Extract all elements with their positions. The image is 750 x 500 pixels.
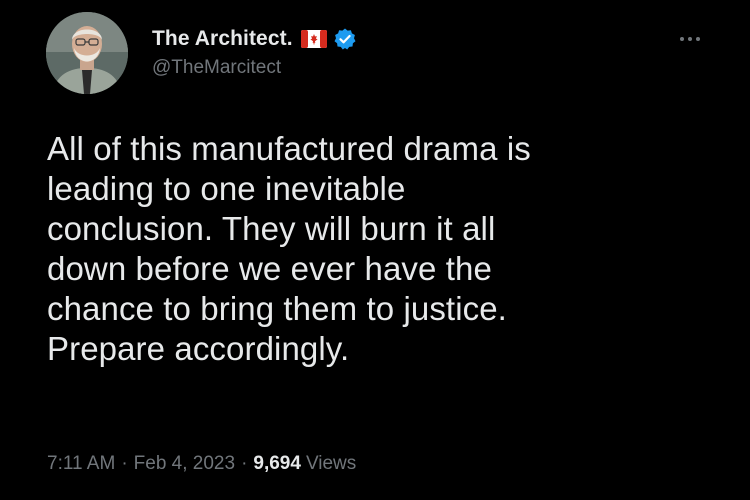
author-header: The Architect. @TheMarcitect: [152, 24, 357, 79]
meta-separator: ·: [241, 453, 248, 474]
canada-flag-icon: [300, 30, 327, 48]
tweet-card: The Architect. @TheMarcitect All of this…: [0, 0, 750, 500]
avatar-portrait-icon: [46, 12, 128, 94]
tweet-time[interactable]: 7:11 AM: [47, 453, 115, 475]
handle[interactable]: @TheMarcitect: [152, 57, 357, 79]
verified-badge-icon[interactable]: [333, 27, 357, 51]
meta-separator: ·: [121, 453, 128, 474]
tweet-meta: 7:11 AM · Feb 4, 2023 · 9,694 Views: [47, 453, 356, 475]
views-count: 9,694: [253, 453, 301, 474]
display-name[interactable]: The Architect.: [152, 27, 293, 51]
tweet-date[interactable]: Feb 4, 2023: [134, 453, 235, 475]
more-options-icon[interactable]: [678, 30, 702, 41]
avatar[interactable]: [46, 12, 128, 94]
tweet-text: All of this manufactured drama is leadin…: [47, 130, 531, 367]
name-row: The Architect.: [152, 24, 357, 54]
views-label: Views: [305, 453, 357, 474]
